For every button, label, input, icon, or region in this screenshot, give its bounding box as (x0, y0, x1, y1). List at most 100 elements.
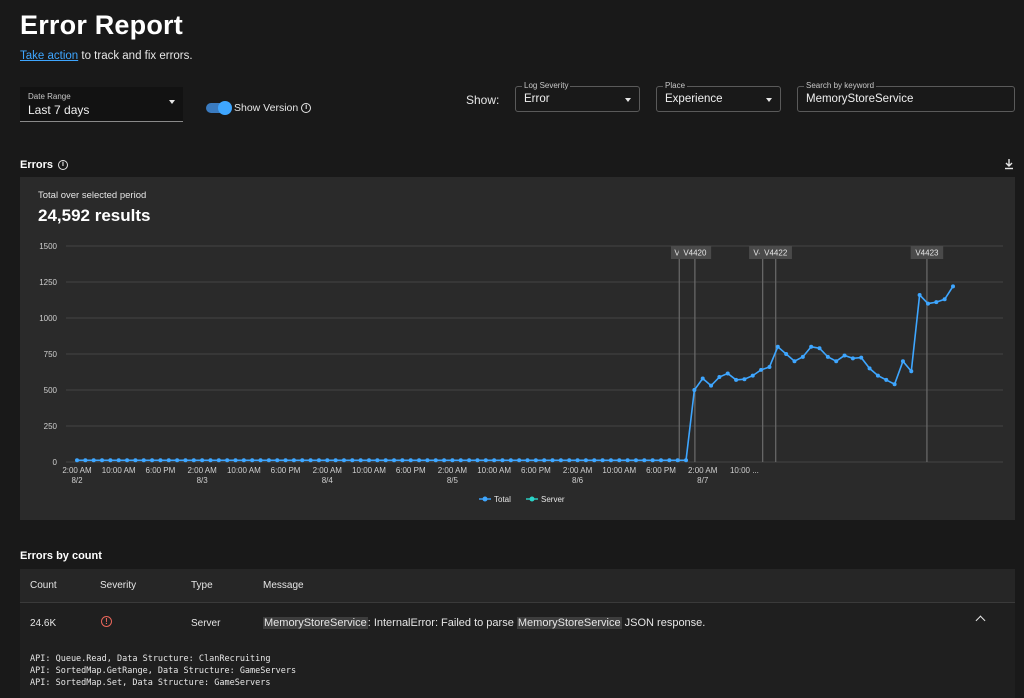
series-total-point (475, 458, 480, 463)
series-total-point (100, 458, 105, 463)
x-tick-label: 10:00 AM (227, 466, 261, 475)
series-total-point (850, 356, 855, 361)
series-total-point (383, 458, 388, 463)
table-row[interactable]: 24.6K Server MemoryStoreService: Interna… (20, 604, 1015, 644)
page-subtitle: Take action to track and fix errors. (20, 50, 193, 62)
log-severity-select[interactable]: Log Severity Error (515, 81, 640, 112)
download-icon[interactable] (1004, 159, 1014, 170)
series-total-point (158, 458, 163, 463)
search-value: MemoryStoreService (806, 93, 914, 105)
series-total-point (517, 458, 522, 463)
series-total-point (400, 458, 405, 463)
series-total-point (233, 458, 238, 463)
place-value: Experience (665, 93, 723, 105)
series-total-point (225, 458, 230, 463)
series-total-point (283, 458, 288, 463)
series-total-point (867, 366, 872, 371)
series-total-point (934, 300, 939, 305)
errors-title: Errors (20, 159, 54, 171)
toggle-knob (218, 101, 232, 115)
series-total-point (91, 458, 96, 463)
message-text: : InternalError: Failed to parse (367, 617, 517, 629)
x-tick-label: 10:00 AM (102, 466, 136, 475)
series-total-point (300, 458, 305, 463)
series-total-point (558, 458, 563, 463)
series-total-point (291, 458, 296, 463)
x-tick-label: 6:00 PM (646, 466, 676, 475)
col-type[interactable]: Type (191, 580, 213, 591)
date-range-select[interactable]: Date Range Last 7 days (20, 87, 183, 122)
x-tick-label: 10:00 ... (730, 466, 759, 475)
series-total-point (667, 458, 672, 463)
series-total-point (825, 354, 830, 359)
series-total-point (367, 458, 371, 463)
series-total-point (250, 458, 255, 463)
series-total-point (425, 458, 430, 463)
series-total-point (575, 458, 580, 463)
chevron-down-icon (625, 98, 631, 102)
series-total-point (467, 458, 472, 463)
series-total-point (266, 458, 271, 463)
x-tick-label: 2:00 AM (438, 466, 468, 475)
series-total-point (583, 458, 588, 463)
col-message[interactable]: Message (263, 580, 304, 591)
series-total-point (442, 458, 447, 463)
series-total-point (600, 458, 605, 463)
series-total-point (525, 458, 530, 463)
series-total-point (500, 458, 505, 463)
message-highlight: MemoryStoreService (516, 617, 622, 629)
series-total-point (951, 284, 955, 289)
series-total-point (734, 377, 739, 382)
x-tick-label: 2:00 AM (563, 466, 593, 475)
show-version-toggle[interactable] (206, 101, 232, 115)
series-total-point (884, 377, 889, 382)
x-tick-label: 2:00 AM (688, 466, 718, 475)
series-total-point (325, 458, 330, 463)
series-total-point (659, 458, 663, 463)
series-total-point (508, 458, 513, 463)
place-label: Place (663, 81, 688, 90)
series-total-point (150, 458, 155, 463)
series-total-point (533, 458, 538, 463)
x-tick-label: 10:00 AM (352, 466, 386, 475)
y-tick-label: 0 (53, 458, 58, 467)
series-total-point (834, 359, 839, 364)
series-total-point (341, 458, 346, 463)
series-total-point (316, 458, 321, 463)
series-total-point (608, 458, 613, 463)
take-action-link[interactable]: Take action (20, 50, 78, 62)
series-total-point (358, 458, 363, 463)
series-total-point (709, 383, 714, 388)
search-input[interactable]: Search by keyword MemoryStoreService (797, 81, 1015, 112)
series-total-point (633, 458, 638, 463)
x-tick-date: 8/5 (447, 476, 459, 485)
series-total-point (692, 388, 697, 392)
series-total-point (141, 458, 146, 463)
x-tick-label: 2:00 AM (313, 466, 343, 475)
row-count: 24.6K (30, 618, 57, 629)
legend-total-marker (482, 496, 488, 502)
series-total-point (275, 458, 280, 463)
place-select[interactable]: Place Experience (656, 81, 781, 112)
col-severity[interactable]: Severity (100, 580, 136, 591)
series-total-point (942, 297, 947, 302)
series-total-point (617, 458, 622, 463)
series-total-point (75, 458, 79, 463)
search-label: Search by keyword (804, 81, 877, 90)
series-total-point (909, 369, 914, 374)
x-tick-date: 8/6 (572, 476, 584, 485)
errors-chart-panel: Total over selected period 24,592 result… (20, 177, 1015, 520)
x-tick-label: 2:00 AM (187, 466, 217, 475)
x-tick-label: 10:00 AM (602, 466, 636, 475)
detail-line: API: SortedMap.GetRange, Data Structure:… (30, 666, 297, 676)
info-icon[interactable]: i (301, 103, 312, 114)
version-marker-label: V4420 (683, 249, 707, 258)
info-icon[interactable]: i (58, 160, 69, 171)
x-tick-label: 6:00 PM (271, 466, 301, 475)
col-count[interactable]: Count (30, 580, 57, 591)
y-tick-label: 750 (44, 350, 58, 359)
series-total-point (191, 458, 196, 463)
y-tick-label: 1000 (39, 314, 57, 323)
series-total-point (133, 458, 138, 463)
series-total-point (208, 458, 213, 463)
